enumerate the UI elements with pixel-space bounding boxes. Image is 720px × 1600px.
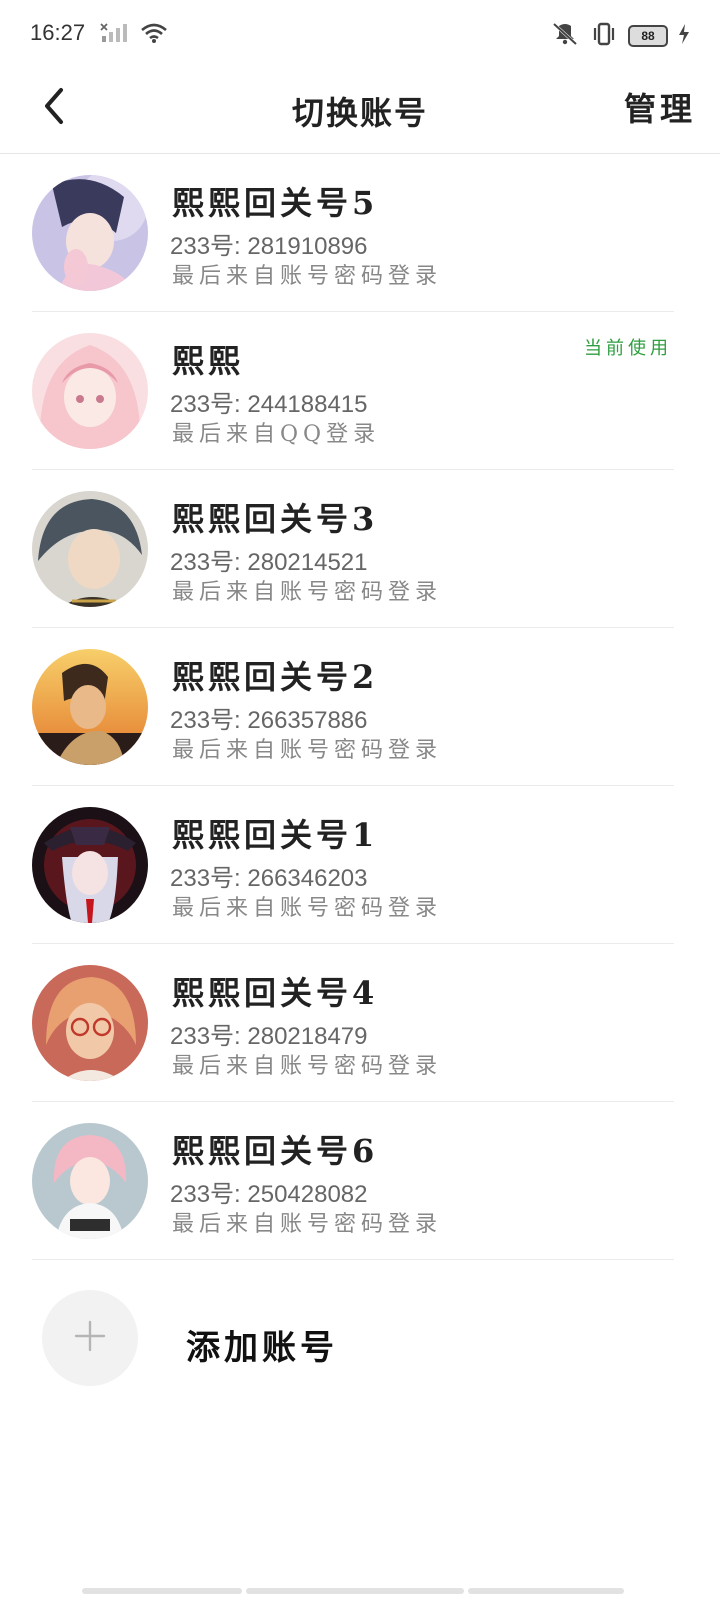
account-item[interactable]: 熙熙回关号4 233号: 280218479 最后来自账号密码登录 [32, 944, 674, 1102]
avatar [32, 1123, 148, 1239]
avatar [32, 649, 148, 765]
account-name: 熙熙回关号2 [172, 658, 379, 696]
avatar [32, 965, 148, 1081]
account-id: 233号: 244188415 [170, 391, 368, 418]
avatar [32, 333, 148, 449]
account-name: 熙熙回关号4 [172, 974, 379, 1012]
status-bar: 16:27 88 [0, 0, 720, 72]
account-id: 233号: 280214521 [170, 549, 368, 576]
account-login-method: 最后来自QQ登录 [172, 422, 381, 447]
account-login-method: 最后来自账号密码登录 [172, 896, 443, 921]
avatar [32, 807, 148, 923]
account-item[interactable]: 熙熙回关号6 233号: 250428082 最后来自账号密码登录 [32, 1102, 674, 1260]
status-time: 16:27 [30, 20, 86, 45]
manage-button[interactable]: 管理 [624, 84, 696, 130]
page-title: 切换账号 [291, 94, 428, 132]
account-name: 熙熙回关号5 [172, 184, 379, 222]
wifi-icon [140, 22, 168, 48]
account-item[interactable]: 熙熙回关号3 233号: 280214521 最后来自账号密码登录 [32, 470, 674, 628]
mute-icon [550, 22, 580, 50]
account-id: 233号: 266357886 [170, 707, 368, 734]
account-login-method: 最后来自账号密码登录 [172, 738, 443, 763]
account-name: 熙熙 [172, 342, 245, 380]
add-account-button[interactable]: 添加账号 [42, 1290, 642, 1388]
account-name: 熙熙回关号3 [172, 500, 379, 538]
account-item-current[interactable]: 熙熙 233号: 244188415 最后来自QQ登录 [32, 312, 674, 470]
signal-off-icon [100, 22, 130, 48]
add-circle [42, 1290, 138, 1386]
navigation-handle[interactable] [82, 1588, 624, 1594]
account-id: 233号: 281910896 [170, 233, 368, 260]
account-item[interactable]: 熙熙回关号1 233号: 266346203 最后来自账号密码登录 [32, 786, 674, 944]
account-name: 熙熙回关号6 [172, 1132, 379, 1170]
vibrate-icon [590, 22, 618, 50]
plus-icon [72, 1318, 108, 1358]
account-id: 233号: 280218479 [170, 1023, 368, 1050]
battery-icon: 88 [628, 25, 668, 47]
account-name: 熙熙回关号1 [172, 816, 379, 854]
charging-icon [678, 24, 690, 48]
account-login-method: 最后来自账号密码登录 [172, 1212, 443, 1237]
account-id: 233号: 250428082 [170, 1181, 368, 1208]
account-list: 熙熙回关号5 233号: 281910896 最后来自账号密码登录 熙熙 233… [0, 154, 720, 1260]
account-item[interactable]: 熙熙回关号5 233号: 281910896 最后来自账号密码登录 [32, 154, 674, 312]
add-account-label: 添加账号 [186, 1328, 338, 1368]
header: 切换账号 管理 [0, 72, 720, 154]
account-id: 233号: 266346203 [170, 865, 368, 892]
account-login-method: 最后来自账号密码登录 [172, 264, 443, 289]
current-account-badge: 当前使用 [584, 338, 672, 359]
avatar [32, 491, 148, 607]
avatar [32, 175, 148, 291]
account-login-method: 最后来自账号密码登录 [172, 1054, 443, 1079]
account-login-method: 最后来自账号密码登录 [172, 580, 443, 605]
account-item[interactable]: 熙熙回关号2 233号: 266357886 最后来自账号密码登录 [32, 628, 674, 786]
